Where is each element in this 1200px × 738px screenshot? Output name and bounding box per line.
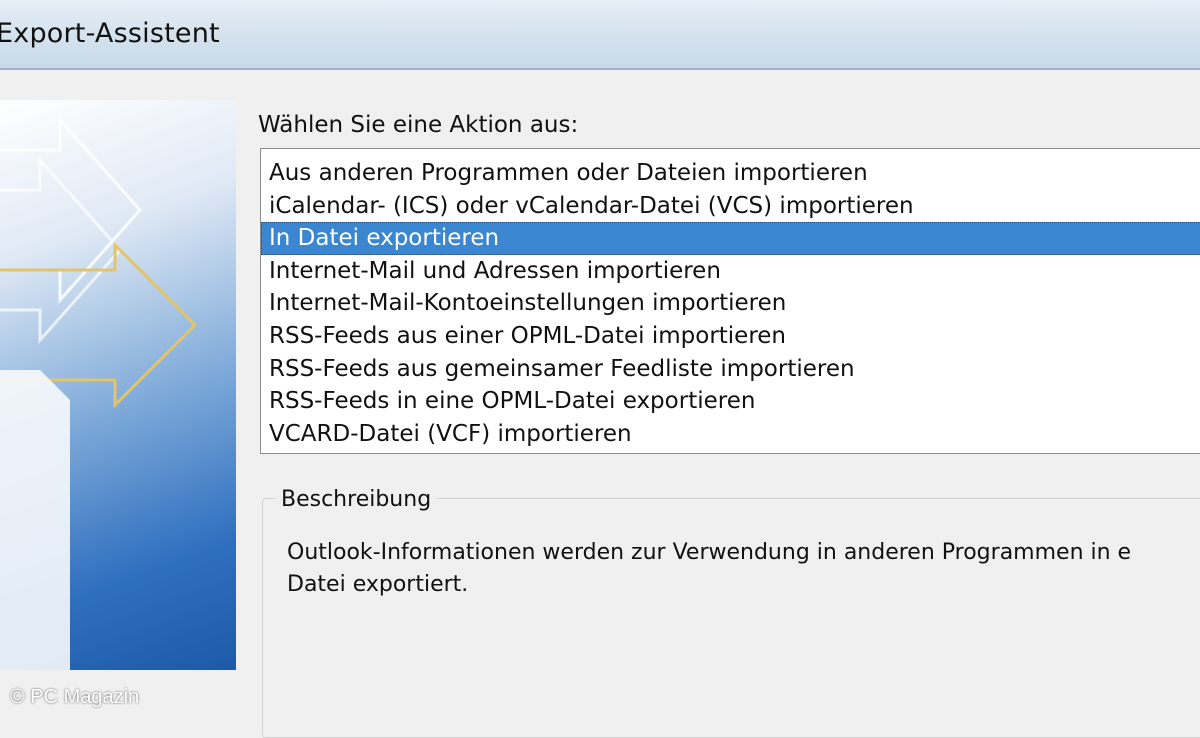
description-group: Beschreibung Outlook-Informationen werde… xyxy=(262,487,1200,738)
list-item[interactable]: RSS-Feeds aus gemeinsamer Feedliste impo… xyxy=(261,353,1200,386)
wizard-banner xyxy=(0,100,236,670)
list-item-selected[interactable]: In Datei exportieren xyxy=(261,222,1200,255)
description-text: Outlook-Informationen werden zur Verwend… xyxy=(287,540,1132,597)
list-item[interactable]: Internet-Mail und Adressen importieren xyxy=(261,255,1200,288)
list-item[interactable]: VCARD-Datei (VCF) importieren xyxy=(261,418,1200,451)
list-item[interactable]: RSS-Feeds in eine OPML-Datei exportieren xyxy=(261,385,1200,418)
arrows-graphic xyxy=(0,116,198,670)
description-legend: Beschreibung xyxy=(275,487,438,512)
window-title: Export-Assistent xyxy=(0,18,220,49)
action-prompt-label: Wählen Sie eine Aktion aus: xyxy=(258,112,579,138)
title-bar: Export-Assistent xyxy=(0,0,1200,70)
list-item[interactable]: Internet-Mail-Kontoeinstellungen importi… xyxy=(261,287,1200,320)
list-item[interactable]: Aus anderen Programmen oder Dateien impo… xyxy=(261,157,1200,190)
list-item[interactable]: RSS-Feeds aus einer OPML-Datei importier… xyxy=(261,320,1200,353)
watermark: © PC Magazin xyxy=(10,686,140,708)
list-item[interactable]: iCalendar- (ICS) oder vCalendar-Datei (V… xyxy=(261,190,1200,223)
action-listbox[interactable]: Aus anderen Programmen oder Dateien impo… xyxy=(260,148,1200,454)
